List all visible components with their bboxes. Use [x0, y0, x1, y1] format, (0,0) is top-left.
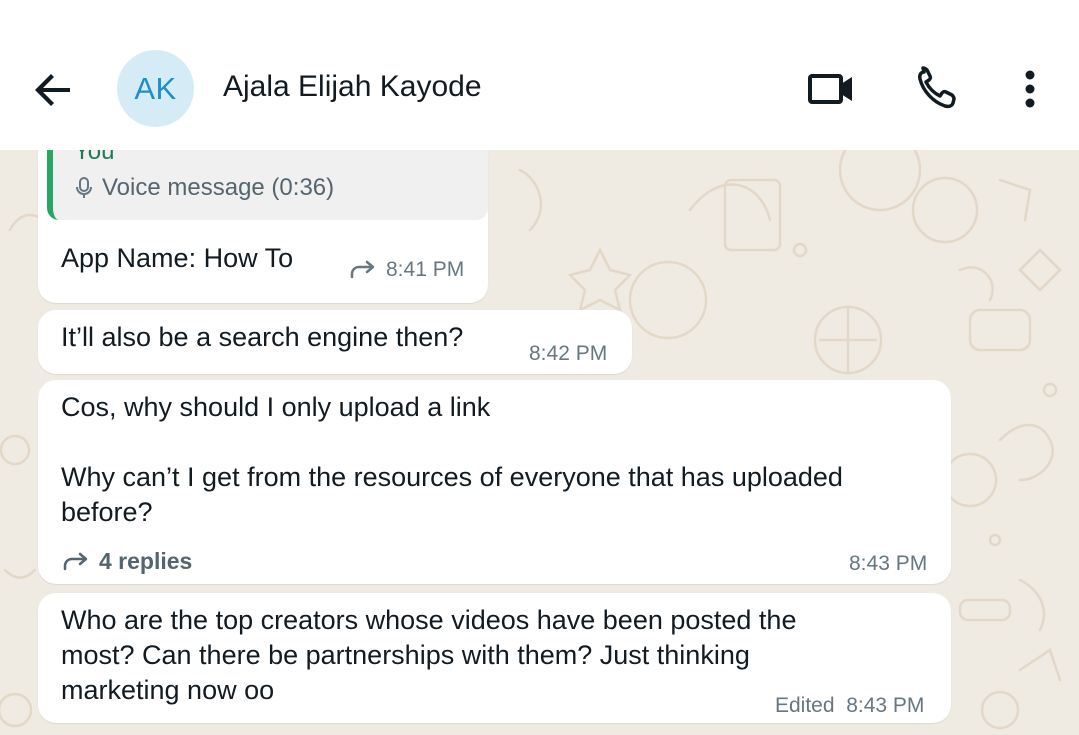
message-bubble-3[interactable]: Cos, why should I only upload a link Why…: [38, 380, 951, 584]
reply-arrow-icon: [63, 552, 88, 570]
message-bubble-1[interactable]: You Voice message (0:36) App Name: How T…: [38, 150, 488, 303]
message-text: App Name: How To: [61, 243, 294, 273]
chat-header: AK Ajala Elijah Kayode: [0, 0, 1079, 150]
chat-area[interactable]: You Voice message (0:36) App Name: How T…: [0, 150, 1079, 735]
quoted-message[interactable]: You Voice message (0:36): [47, 150, 488, 220]
kebab-menu-icon: [1025, 70, 1035, 108]
message-time: 8:41 PM: [386, 258, 465, 281]
avatar-initials: AK: [134, 70, 177, 106]
replies-link[interactable]: 4 replies: [61, 548, 192, 575]
contact-name[interactable]: Ajala Elijah Kayode: [223, 70, 482, 104]
message-text: It’ll also be a search engine then?: [61, 322, 464, 352]
forward-icon: [350, 260, 375, 279]
message-time-value: 8:43 PM: [846, 694, 925, 717]
more-options-button[interactable]: [1012, 66, 1048, 112]
edited-label: Edited: [775, 694, 835, 717]
video-call-button[interactable]: [805, 66, 857, 112]
message-text: Cos, why should I only upload a link Why…: [61, 392, 843, 527]
video-camera-icon: [808, 74, 852, 104]
message-time: 8:43 PM: [849, 552, 928, 575]
phone-icon: [918, 66, 956, 109]
message-bubble-4[interactable]: Who are the top creators whose videos ha…: [38, 593, 951, 723]
message-text: Who are the top creators whose videos ha…: [61, 605, 797, 705]
quote-text: Voice message (0:36): [102, 174, 335, 201]
avatar[interactable]: AK: [117, 50, 194, 127]
quote-author: You: [74, 150, 115, 165]
microphone-icon: [76, 177, 92, 198]
back-button[interactable]: [30, 66, 78, 114]
arrow-left-icon: [35, 74, 70, 106]
message-bubble-2[interactable]: It’ll also be a search engine then? 8:42…: [38, 310, 632, 374]
replies-count: 4 replies: [99, 548, 193, 574]
voice-call-button[interactable]: [914, 66, 962, 112]
message-time: 8:42 PM: [529, 342, 608, 365]
quote-voice-message: Voice message (0:36): [74, 174, 334, 202]
message-time: Edited 8:43 PM: [775, 694, 924, 718]
